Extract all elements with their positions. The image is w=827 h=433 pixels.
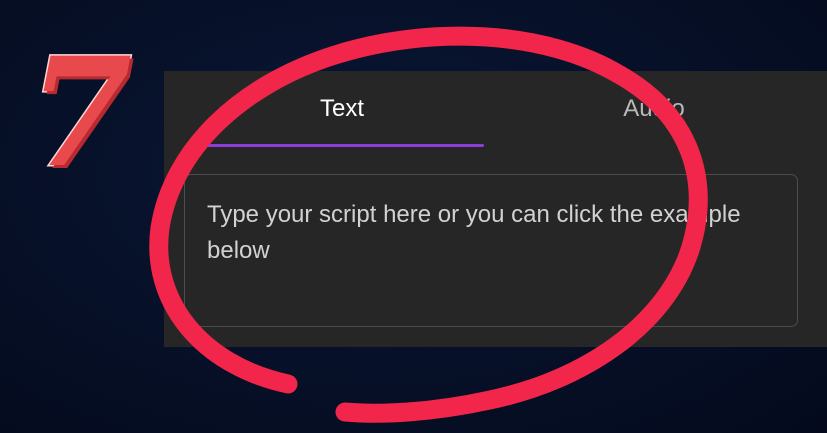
tab-text[interactable]: Text (200, 71, 484, 147)
text-to-speech-panel: Text Audio Type your script here or you … (164, 71, 827, 347)
tab-bar: Text Audio (164, 71, 827, 147)
step-number: 7 (26, 25, 133, 201)
active-tab-indicator (200, 144, 484, 147)
script-input[interactable]: Type your script here or you can click t… (184, 174, 798, 327)
tab-audio[interactable]: Audio (539, 71, 769, 147)
